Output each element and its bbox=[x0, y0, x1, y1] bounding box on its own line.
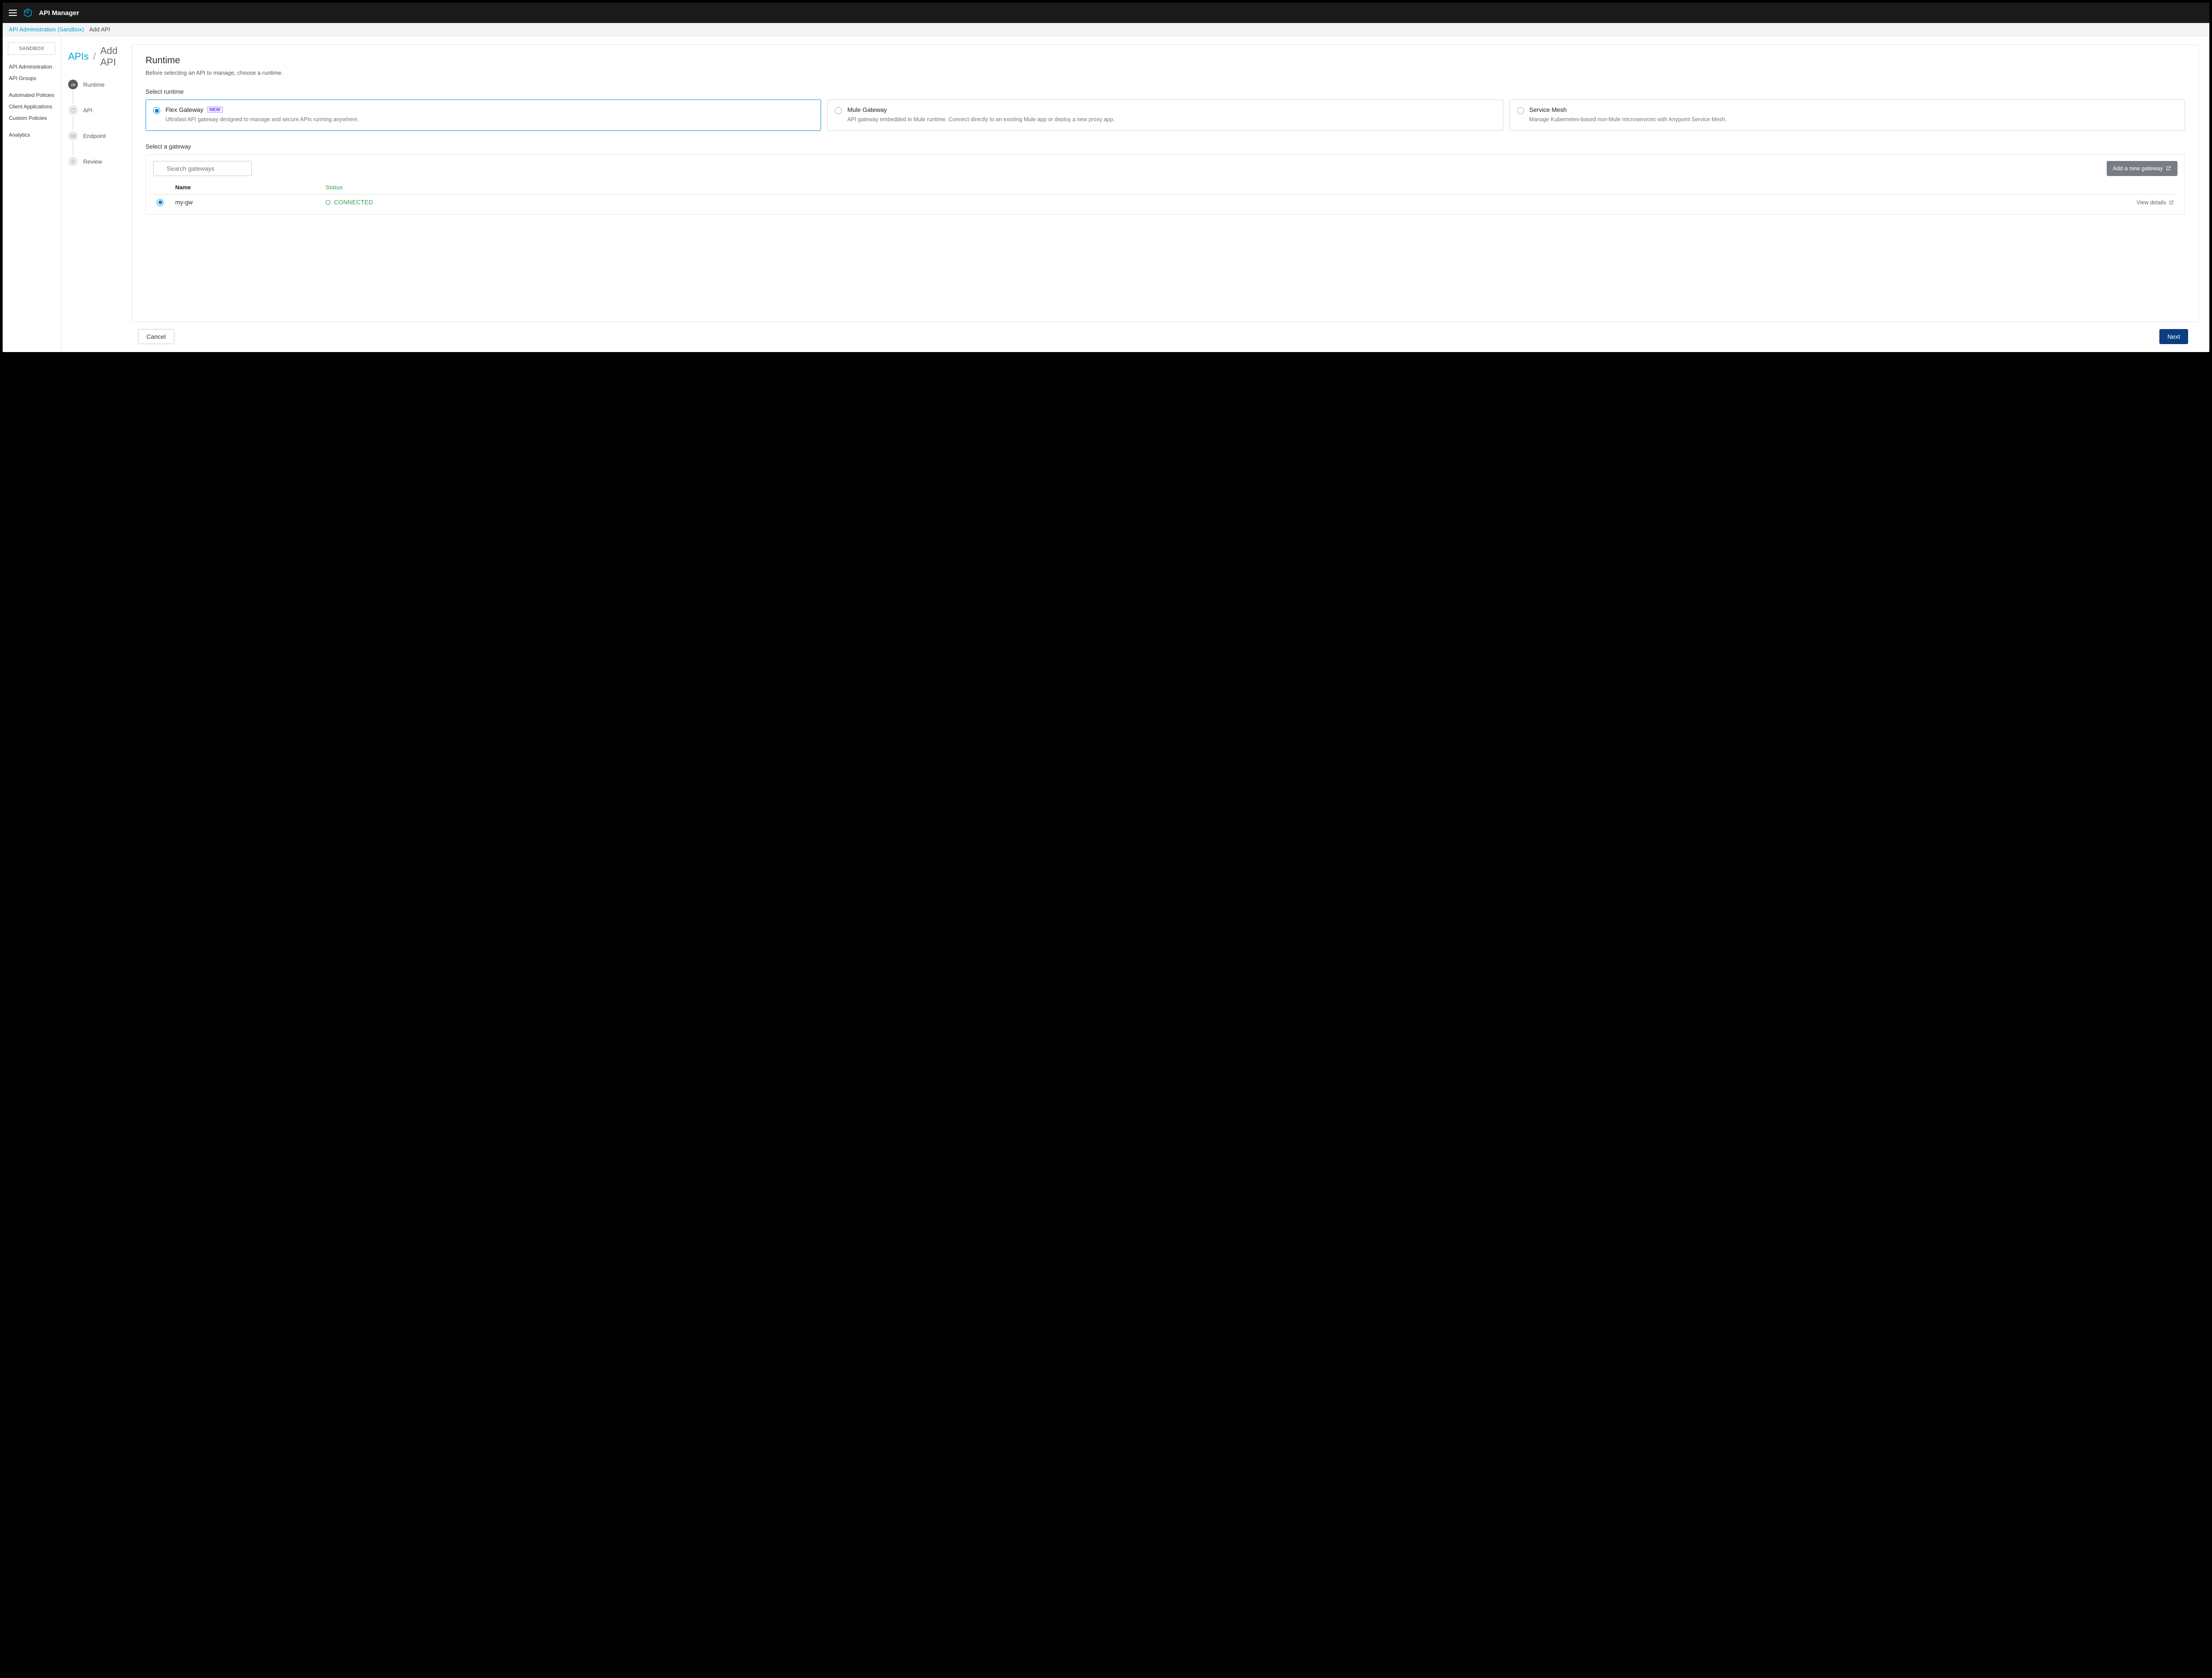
title-separator: / bbox=[93, 51, 96, 62]
radio-icon bbox=[1517, 107, 1524, 114]
page-title-breadcrumb: APIs / Add API bbox=[68, 45, 132, 68]
gateway-panel: Add a new gateway Name Status my-gw bbox=[146, 154, 2185, 215]
wizard-step-endpoint[interactable]: Endpoint bbox=[68, 129, 132, 142]
app-frame: API Manager API Administration (Sandbox)… bbox=[3, 3, 2209, 352]
runtime-option-desc: Manage Kubernetes-based non-Mule microse… bbox=[1529, 116, 1727, 123]
section-subtext: Before selecting an API to manage, choos… bbox=[146, 69, 2185, 76]
sidebar-item-automated-policies[interactable]: Automated Policies bbox=[3, 89, 61, 101]
view-details-link[interactable]: View details bbox=[2137, 199, 2174, 206]
cancel-button[interactable]: Cancel bbox=[138, 329, 174, 344]
radio-icon bbox=[153, 107, 160, 114]
runtime-option-title: Flex Gateway bbox=[165, 106, 204, 113]
runtime-option-flex-gateway[interactable]: Flex Gateway NEW Ultrafast API gateway d… bbox=[146, 100, 821, 131]
select-runtime-label: Select runtime bbox=[146, 88, 2185, 95]
wizard-step-label: Review bbox=[83, 158, 102, 165]
wizard-footer: Cancel Next bbox=[132, 322, 2199, 352]
endpoint-step-icon bbox=[68, 131, 78, 141]
column-header-status: Status bbox=[326, 184, 2174, 191]
gateway-search-input[interactable] bbox=[153, 161, 252, 176]
runtime-option-desc: Ultrafast API gateway designed to manage… bbox=[165, 116, 359, 123]
stepper-column: APIs / Add API Runtime API bbox=[61, 36, 132, 352]
select-gateway-label: Select a gateway bbox=[146, 143, 2185, 150]
runtime-option-service-mesh[interactable]: Service Mesh Manage Kubernetes-based non… bbox=[1509, 100, 2185, 131]
gateway-name-cell: my-gw bbox=[175, 199, 326, 206]
runtime-options-row: Flex Gateway NEW Ultrafast API gateway d… bbox=[146, 100, 2185, 131]
breadcrumb-link[interactable]: API Administration (Sandbox) bbox=[9, 26, 84, 33]
environment-selector[interactable]: SANDBOX bbox=[8, 42, 55, 55]
product-logo-icon bbox=[24, 8, 32, 17]
status-indicator-icon bbox=[326, 200, 330, 205]
review-step-icon bbox=[68, 157, 78, 166]
wizard-step-review[interactable]: Review bbox=[68, 155, 132, 168]
runtime-step-icon bbox=[68, 80, 78, 89]
add-gateway-button-label: Add a new gateway bbox=[2113, 165, 2163, 172]
breadcrumb-current: Add API bbox=[89, 26, 110, 33]
content-card: Runtime Before selecting an API to manag… bbox=[132, 44, 2199, 322]
next-button[interactable]: Next bbox=[2159, 329, 2188, 344]
sidebar-item-api-administration[interactable]: API Administration bbox=[3, 61, 61, 73]
external-link-icon bbox=[2169, 200, 2174, 205]
wizard-step-api[interactable]: API bbox=[68, 103, 132, 117]
runtime-option-mule-gateway[interactable]: Mule Gateway API gateway embedded in Mul… bbox=[827, 100, 1503, 131]
wizard-step-label: Endpoint bbox=[83, 133, 106, 139]
step-connector bbox=[73, 117, 132, 129]
step-connector bbox=[73, 142, 132, 155]
main-panel: Runtime Before selecting an API to manag… bbox=[132, 36, 2209, 352]
wizard-step-label: Runtime bbox=[83, 81, 104, 88]
api-step-icon bbox=[68, 105, 78, 115]
topbar: API Manager bbox=[3, 3, 2209, 23]
gateway-table-row[interactable]: my-gw CONNECTED View details bbox=[153, 195, 2177, 211]
sidebar-item-api-groups[interactable]: API Groups bbox=[3, 73, 61, 84]
breadcrumb-bar: API Administration (Sandbox) Add API bbox=[3, 23, 2209, 36]
runtime-option-desc: API gateway embedded in Mule runtime. Co… bbox=[847, 116, 1114, 123]
row-radio-icon[interactable] bbox=[157, 199, 164, 206]
column-header-name: Name bbox=[175, 184, 326, 191]
page-title-parent-link[interactable]: APIs bbox=[68, 51, 88, 62]
add-gateway-button[interactable]: Add a new gateway bbox=[2107, 161, 2177, 176]
step-connector bbox=[73, 91, 132, 103]
wizard-step-label: API bbox=[83, 107, 92, 114]
sidebar-item-custom-policies[interactable]: Custom Policies bbox=[3, 112, 61, 124]
view-details-label: View details bbox=[2137, 199, 2166, 206]
radio-icon bbox=[835, 107, 842, 114]
wizard-step-runtime[interactable]: Runtime bbox=[68, 78, 132, 91]
runtime-option-title: Service Mesh bbox=[1529, 106, 1567, 113]
sidebar-item-analytics[interactable]: Analytics bbox=[3, 129, 61, 141]
sidebar: SANDBOX API Administration API Groups Au… bbox=[3, 36, 61, 352]
hamburger-menu-icon[interactable] bbox=[9, 10, 17, 16]
sidebar-item-client-applications[interactable]: Client Applications bbox=[3, 101, 61, 112]
page-title-current: Add API bbox=[100, 45, 132, 68]
external-link-icon bbox=[2166, 165, 2171, 171]
section-heading: Runtime bbox=[146, 55, 2185, 66]
new-badge: NEW bbox=[207, 107, 223, 113]
gateway-status-cell: CONNECTED bbox=[334, 199, 373, 206]
gateway-table: Name Status my-gw CONNECTED View deta bbox=[153, 181, 2177, 211]
app-title: API Manager bbox=[39, 9, 79, 17]
runtime-option-title: Mule Gateway bbox=[847, 106, 887, 113]
